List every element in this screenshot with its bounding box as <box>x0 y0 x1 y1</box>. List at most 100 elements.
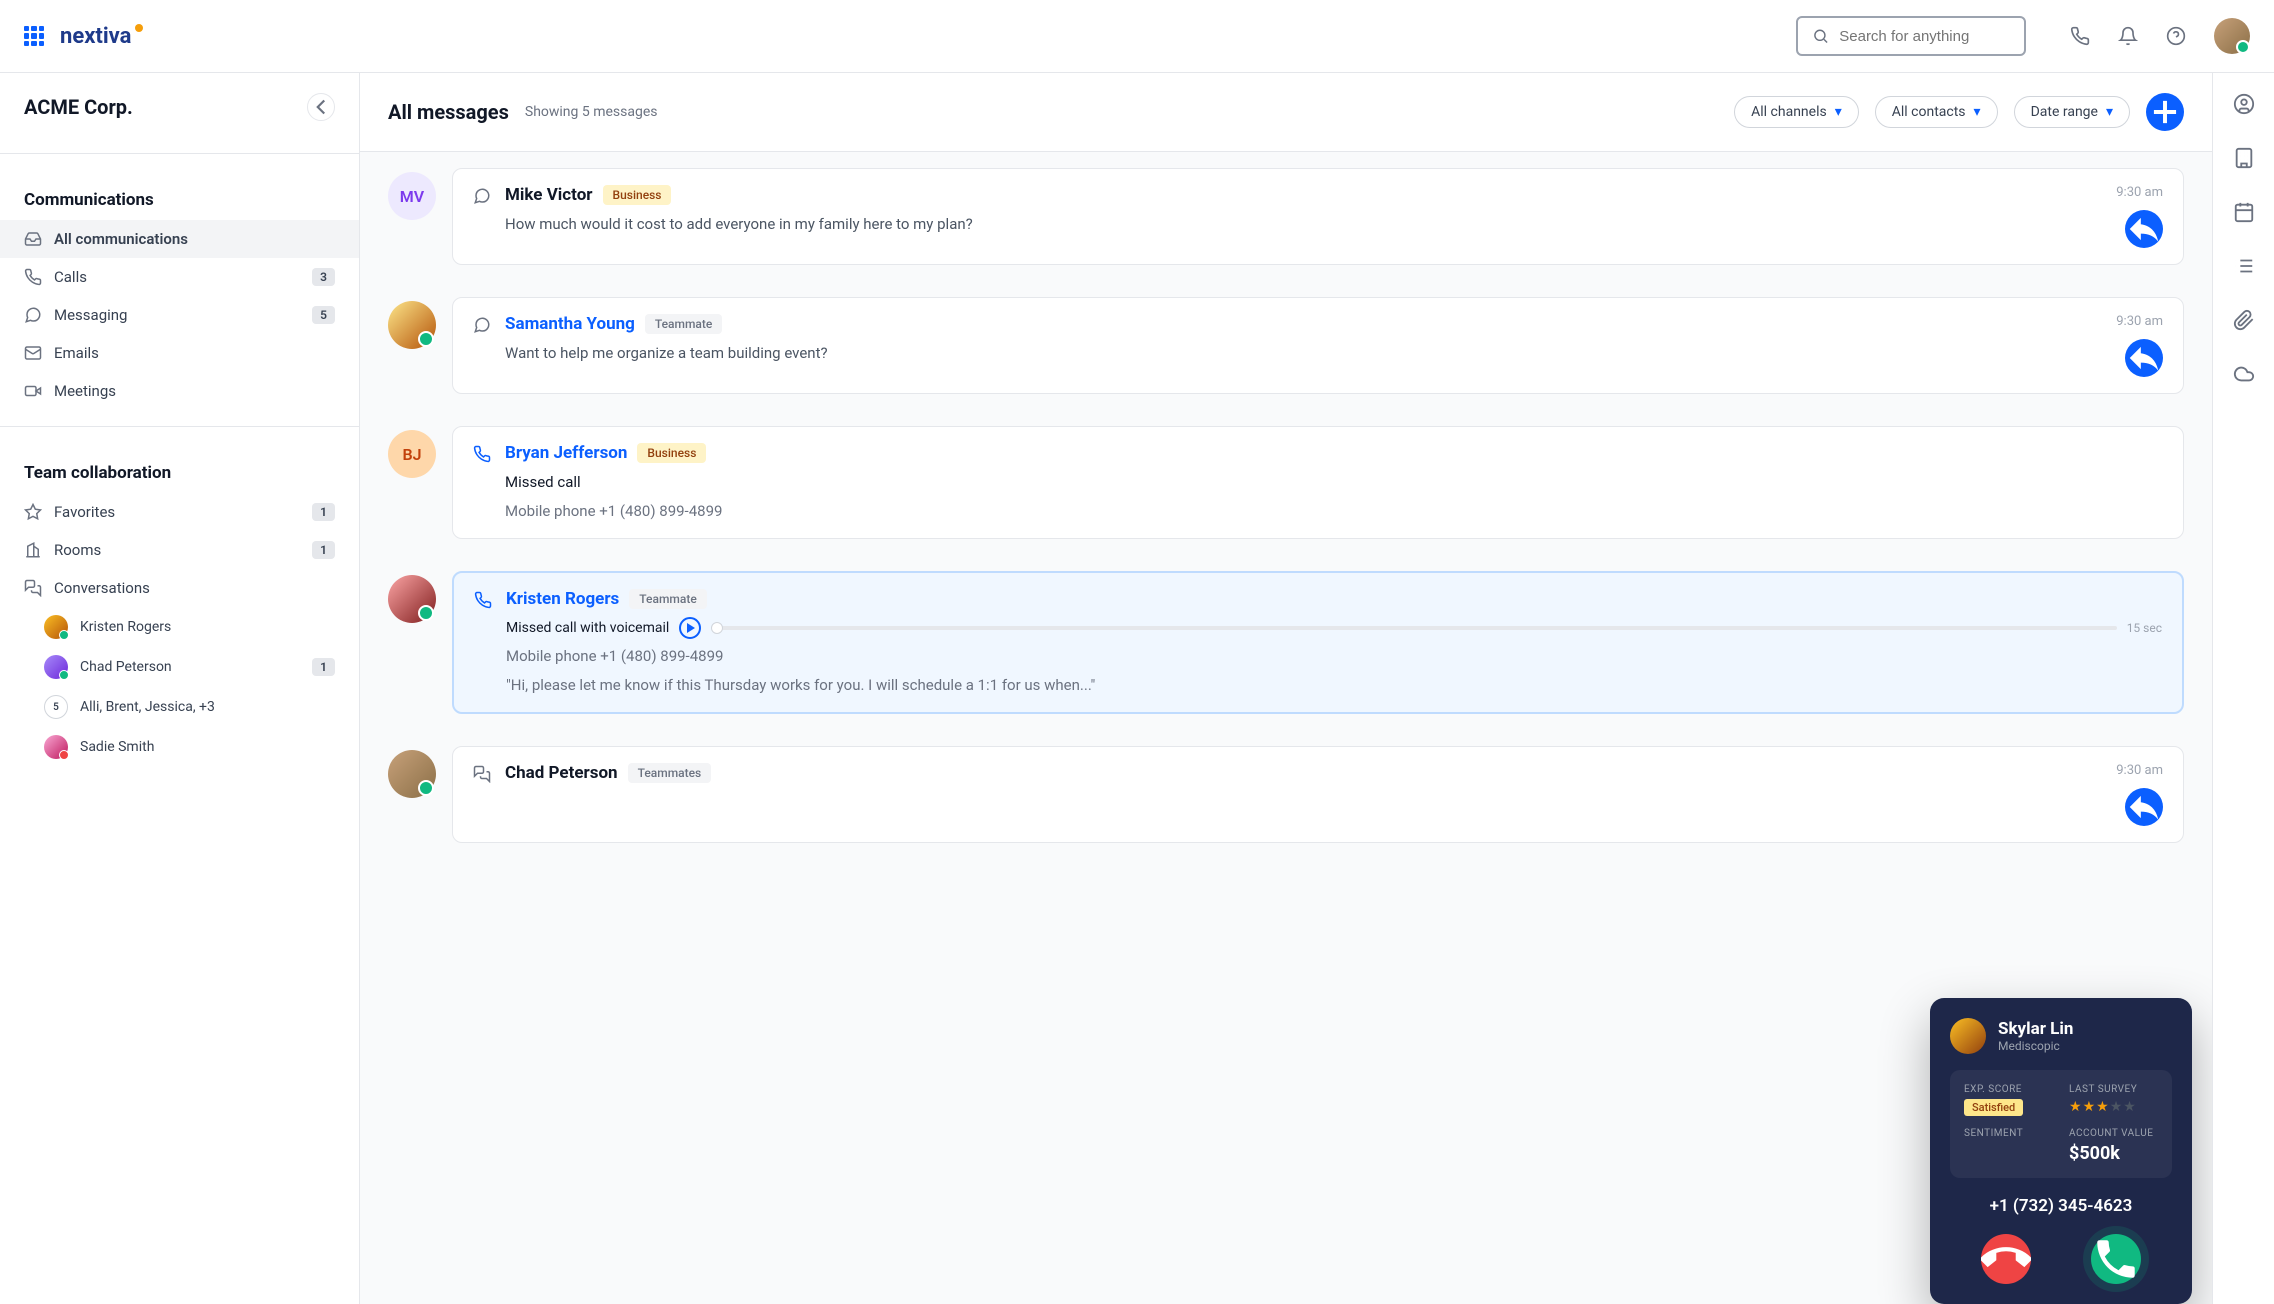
avatar: BJ <box>388 430 436 478</box>
bell-icon[interactable] <box>2118 26 2138 46</box>
caller-avatar <box>1950 1018 1986 1054</box>
nav-rooms[interactable]: Rooms 1 <box>0 531 359 569</box>
collapse-sidebar-button[interactable] <box>307 93 335 121</box>
chat-icon <box>473 765 491 783</box>
voicemail-transcript: "Hi, please let me know if this Thursday… <box>506 674 2162 697</box>
caller-stats: EXP. SCORE Satisfied LAST SURVEY ★★★★★ S… <box>1950 1070 2172 1178</box>
message-row[interactable]: Kristen Rogers Teammate Missed call with… <box>380 555 2192 730</box>
conversation-item[interactable]: Chad Peterson 1 <box>0 647 359 687</box>
chevron-down-icon: ▾ <box>1974 104 1981 120</box>
nav-meetings[interactable]: Meetings <box>0 372 359 410</box>
filter-label: All contacts <box>1892 104 1966 120</box>
conversation-item[interactable]: Kristen Rogers <box>0 607 359 647</box>
nav-conversations[interactable]: Conversations <box>0 569 359 607</box>
conversation-item[interactable]: 5 Alli, Brent, Jessica, +3 <box>0 687 359 727</box>
play-button[interactable] <box>679 617 701 639</box>
message-row[interactable]: MV Mike Victor Business How much would i… <box>380 152 2192 281</box>
message-body: Want to help me organize a team building… <box>505 342 2102 365</box>
cloud-icon[interactable] <box>2233 363 2255 385</box>
conv-name: Kristen Rogers <box>80 619 335 635</box>
nav-label: Messaging <box>54 306 300 324</box>
phone-icon[interactable] <box>2070 26 2090 46</box>
logo: nextiva <box>60 24 141 49</box>
attachment-icon[interactable] <box>2233 309 2255 331</box>
avatar <box>388 750 436 798</box>
avatar-count: 5 <box>44 695 68 719</box>
nav-label: Calls <box>54 268 300 286</box>
main-header: All messages Showing 5 messages All chan… <box>360 73 2212 152</box>
main: All messages Showing 5 messages All chan… <box>360 73 2212 1304</box>
conv-name: Sadie Smith <box>80 739 335 755</box>
stat-label: SENTIMENT <box>1964 1128 2053 1139</box>
sidebar: ACME Corp. Communications All communicat… <box>0 73 360 1304</box>
avatar <box>388 575 436 623</box>
search-input[interactable] <box>1839 28 2010 45</box>
phone-icon <box>24 268 42 286</box>
building-icon[interactable] <box>2233 147 2255 169</box>
filter-label: All channels <box>1751 104 1827 120</box>
message-row[interactable]: BJ Bryan Jefferson Business Missed call … <box>380 410 2192 555</box>
page-subtitle: Showing 5 messages <box>525 104 658 120</box>
message-body: How much would it cost to add everyone i… <box>505 213 2102 236</box>
app-launcher-icon[interactable] <box>24 26 44 46</box>
filter-channels[interactable]: All channels ▾ <box>1734 96 1859 128</box>
nav-badge: 5 <box>312 306 335 324</box>
profile-icon[interactable] <box>2233 93 2255 115</box>
nav-emails[interactable]: Emails <box>0 334 359 372</box>
reply-button[interactable] <box>2125 788 2163 826</box>
filter-date[interactable]: Date range ▾ <box>2014 96 2130 128</box>
reply-button[interactable] <box>2125 339 2163 377</box>
help-icon[interactable] <box>2166 26 2186 46</box>
tag-teammate: Teammate <box>645 314 722 334</box>
reply-button[interactable] <box>2125 210 2163 248</box>
caller-phone: +1 (732) 345-4623 <box>1950 1196 2172 1216</box>
chevron-down-icon: ▾ <box>1835 104 1842 120</box>
caller-company: Mediscopic <box>1998 1039 2073 1053</box>
chat-icon <box>24 579 42 597</box>
stat-label: LAST SURVEY <box>2069 1084 2158 1095</box>
message-icon <box>24 306 42 324</box>
add-button[interactable] <box>2146 93 2184 131</box>
nav-favorites[interactable]: Favorites 1 <box>0 493 359 531</box>
message-time: 9:30 am <box>2116 763 2163 778</box>
nav-messaging[interactable]: Messaging 5 <box>0 296 359 334</box>
conv-name: Chad Peterson <box>80 659 300 675</box>
tag-teammate: Teammates <box>628 763 712 783</box>
avatar: MV <box>388 172 436 220</box>
message-row[interactable]: Chad Peterson Teammates 9:30 am <box>380 730 2192 859</box>
voicemail-track[interactable] <box>711 626 2116 630</box>
stat-label: ACCOUNT VALUE <box>2069 1128 2158 1139</box>
phone-icon <box>473 445 491 463</box>
account-value: $500k <box>2069 1143 2158 1164</box>
conversation-item[interactable]: Sadie Smith <box>0 727 359 767</box>
decline-call-button[interactable] <box>1981 1234 2031 1284</box>
contact-name[interactable]: Kristen Rogers <box>506 589 619 609</box>
message-time: 9:30 am <box>2116 185 2163 200</box>
caller-name: Skylar Lin <box>1998 1019 2073 1039</box>
nav-calls[interactable]: Calls 3 <box>0 258 359 296</box>
user-avatar[interactable] <box>2214 18 2250 54</box>
search-icon <box>1812 26 1829 46</box>
nav-badge: 3 <box>312 268 335 286</box>
phone-number: Mobile phone +1 (480) 899-4899 <box>505 500 2163 523</box>
filter-contacts[interactable]: All contacts ▾ <box>1875 96 1998 128</box>
message-row[interactable]: Samantha Young Teammate Want to help me … <box>380 281 2192 410</box>
building-icon <box>24 541 42 559</box>
chevron-down-icon: ▾ <box>2106 104 2113 120</box>
video-icon <box>24 382 42 400</box>
contact-name[interactable]: Samantha Young <box>505 314 635 334</box>
nav-label: All communications <box>54 230 335 248</box>
star-rating: ★★★★★ <box>2069 1099 2158 1115</box>
contact-name[interactable]: Bryan Jefferson <box>505 443 627 463</box>
star-icon <box>24 503 42 521</box>
call-status: Missed call with voicemail <box>506 620 669 636</box>
topbar: nextiva <box>0 0 2274 73</box>
tasks-icon[interactable] <box>2233 255 2255 277</box>
contact-name: Mike Victor <box>505 185 593 205</box>
accept-call-button[interactable] <box>2091 1234 2141 1284</box>
nav-all-communications[interactable]: All communications <box>0 220 359 258</box>
message-icon <box>473 187 491 205</box>
calendar-icon[interactable] <box>2233 201 2255 223</box>
search-box[interactable] <box>1796 16 2026 56</box>
phone-number: Mobile phone +1 (480) 899-4899 <box>506 645 2162 668</box>
